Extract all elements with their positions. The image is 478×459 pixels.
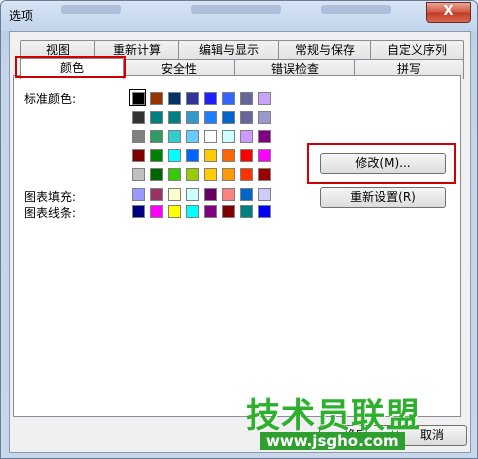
standard-color-swatch[interactable] bbox=[150, 149, 163, 162]
tab-custom-lists[interactable]: 自定义序列 bbox=[370, 40, 464, 60]
standard-color-swatch[interactable] bbox=[222, 92, 235, 105]
standard-color-swatch[interactable] bbox=[204, 92, 217, 105]
standard-color-swatch[interactable] bbox=[204, 168, 217, 181]
standard-color-swatch[interactable] bbox=[150, 130, 163, 143]
standard-color-swatch[interactable] bbox=[186, 130, 199, 143]
standard-color-swatch[interactable] bbox=[168, 149, 181, 162]
chart-fill-swatch[interactable] bbox=[186, 188, 199, 201]
modify-button-highlight-box bbox=[307, 143, 456, 184]
tab-general-save[interactable]: 常规与保存 bbox=[278, 40, 372, 60]
standard-color-swatch[interactable] bbox=[168, 92, 181, 105]
standard-color-swatch[interactable] bbox=[132, 92, 145, 105]
standard-color-swatch[interactable] bbox=[258, 111, 271, 124]
chart-fill-swatch[interactable] bbox=[240, 188, 253, 201]
chart-fill-swatch[interactable] bbox=[150, 188, 163, 201]
chart-line-swatch[interactable] bbox=[240, 205, 253, 218]
standard-color-swatch[interactable] bbox=[168, 168, 181, 181]
chart-line-swatch[interactable] bbox=[222, 205, 235, 218]
chart-line-label: 图表线条: bbox=[24, 206, 77, 220]
chart-line-swatch[interactable] bbox=[132, 205, 145, 218]
standard-color-swatch[interactable] bbox=[240, 130, 253, 143]
standard-colors-label: 标准颜色: bbox=[24, 92, 77, 106]
chart-fill-label: 图表填充: bbox=[24, 190, 77, 204]
standard-color-swatch[interactable] bbox=[168, 130, 181, 143]
standard-color-swatch[interactable] bbox=[258, 168, 271, 181]
standard-color-swatch[interactable] bbox=[222, 111, 235, 124]
chart-fill-swatch[interactable] bbox=[168, 188, 181, 201]
chart-fill-swatch[interactable] bbox=[222, 188, 235, 201]
standard-color-swatch[interactable] bbox=[150, 92, 163, 105]
watermark-title: 技术员联盟 bbox=[246, 396, 421, 436]
standard-color-swatch[interactable] bbox=[240, 92, 253, 105]
chart-line-swatch[interactable] bbox=[258, 205, 271, 218]
title-bar[interactable]: 选项 X bbox=[1, 1, 477, 31]
standard-color-swatch[interactable] bbox=[240, 149, 253, 162]
chart-fill-swatch[interactable] bbox=[258, 188, 271, 201]
standard-color-swatch[interactable] bbox=[132, 168, 145, 181]
standard-color-swatch[interactable] bbox=[240, 111, 253, 124]
watermark-url: www.jsgho.com bbox=[260, 432, 405, 450]
reset-colors-button[interactable]: 重新设置(R) bbox=[320, 187, 446, 208]
chart-line-swatch[interactable] bbox=[150, 205, 163, 218]
standard-color-swatch[interactable] bbox=[258, 149, 271, 162]
tab-edit-display[interactable]: 编辑与显示 bbox=[178, 40, 280, 60]
blurred-background bbox=[191, 5, 281, 14]
standard-color-swatch[interactable] bbox=[150, 168, 163, 181]
chart-fill-swatch[interactable] bbox=[204, 188, 217, 201]
standard-color-swatch[interactable] bbox=[132, 149, 145, 162]
standard-color-swatch[interactable] bbox=[240, 168, 253, 181]
standard-color-swatch[interactable] bbox=[222, 149, 235, 162]
color-tab-highlight-box bbox=[15, 56, 126, 78]
color-settings-panel: 标准颜色: 图表填充: 图表线条: 修改(M)... 重新设置(R) bbox=[13, 75, 461, 417]
standard-color-swatch[interactable] bbox=[132, 130, 145, 143]
standard-color-swatch[interactable] bbox=[222, 168, 235, 181]
standard-color-swatch[interactable] bbox=[258, 92, 271, 105]
close-button[interactable]: X bbox=[426, 2, 471, 23]
standard-color-swatch[interactable] bbox=[150, 111, 163, 124]
standard-color-swatch[interactable] bbox=[204, 149, 217, 162]
window-title: 选项 bbox=[9, 9, 34, 23]
chart-fill-swatch[interactable] bbox=[132, 188, 145, 201]
chart-line-swatch[interactable] bbox=[186, 205, 199, 218]
standard-color-swatch[interactable] bbox=[222, 130, 235, 143]
chart-line-swatch[interactable] bbox=[204, 205, 217, 218]
chart-line-swatch[interactable] bbox=[168, 205, 181, 218]
standard-color-swatch[interactable] bbox=[204, 111, 217, 124]
standard-color-swatch[interactable] bbox=[168, 111, 181, 124]
standard-color-swatch[interactable] bbox=[186, 149, 199, 162]
standard-color-swatch[interactable] bbox=[186, 92, 199, 105]
standard-color-swatch[interactable] bbox=[132, 111, 145, 124]
standard-color-swatch[interactable] bbox=[204, 130, 217, 143]
standard-color-swatch[interactable] bbox=[186, 168, 199, 181]
blurred-background bbox=[321, 5, 391, 14]
standard-color-swatch[interactable] bbox=[258, 130, 271, 143]
standard-color-swatch[interactable] bbox=[186, 111, 199, 124]
watermark-logo: 技术员联盟 www.jsgho.com bbox=[246, 388, 442, 458]
blurred-background bbox=[61, 5, 121, 14]
